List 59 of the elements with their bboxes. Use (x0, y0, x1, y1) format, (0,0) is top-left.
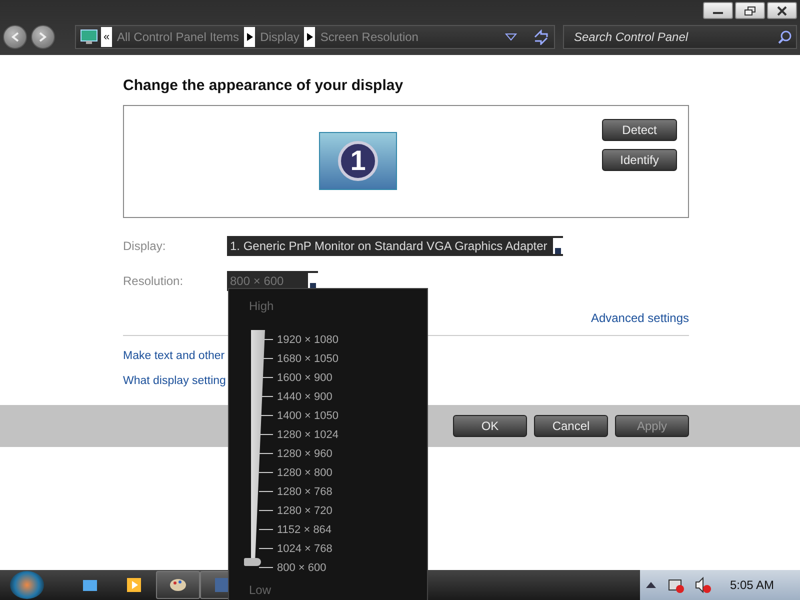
breadcrumb-arrow-icon (306, 33, 313, 41)
advanced-settings-link[interactable]: Advanced settings (590, 311, 689, 325)
slider-thumb[interactable] (244, 558, 261, 566)
resolution-option[interactable]: 1152 × 864 (277, 524, 332, 536)
show-hidden-icons-icon[interactable] (646, 582, 656, 588)
minimize-button[interactable] (703, 2, 733, 19)
monitor-tile[interactable]: 1 (319, 132, 397, 190)
breadcrumb-link[interactable]: Display (258, 30, 302, 44)
resolution-option[interactable]: 1280 × 800 (277, 466, 332, 478)
forward-button[interactable] (31, 25, 55, 49)
resolution-option[interactable]: 1024 × 768 (277, 542, 332, 554)
resolution-option[interactable]: 1440 × 900 (277, 390, 332, 402)
dropdown-caret-icon[interactable] (505, 33, 517, 41)
resolution-option[interactable]: 1280 × 768 (277, 486, 332, 498)
monitor-number: 1 (338, 141, 378, 181)
play-icon (126, 577, 142, 593)
address-bar[interactable]: « All Control Panel Items Display Screen Resolution (75, 25, 555, 49)
palette-icon (169, 577, 187, 593)
search-icon[interactable] (778, 30, 792, 44)
slider-end-label: High (249, 299, 275, 315)
resolution-option[interactable]: 1600 × 900 (277, 372, 332, 384)
speaker-muted-icon[interactable] (694, 576, 712, 594)
breadcrumb-link[interactable]: All Control Panel Items (115, 30, 242, 44)
refresh-icon[interactable] (532, 29, 550, 45)
caret-icon (555, 248, 562, 254)
maximize-button[interactable] (735, 2, 765, 19)
monitor-action-button[interactable]: Detect (602, 119, 677, 141)
search-input[interactable]: Search Control Panel (572, 29, 778, 45)
close-icon (776, 6, 788, 16)
resolution-option[interactable]: 1280 × 720 (277, 504, 332, 516)
breadcrumb-link[interactable]: Screen Resolution (318, 30, 420, 44)
help-link[interactable]: Make text and other (123, 350, 225, 362)
resolution-option[interactable]: 1280 × 960 (277, 448, 332, 460)
dialog-button[interactable]: OK (453, 415, 527, 437)
back-button[interactable] (3, 25, 27, 49)
close-button[interactable] (767, 2, 797, 19)
resolution-option[interactable]: 1680 × 1050 (277, 352, 338, 364)
window-icon (214, 577, 230, 593)
restore-icon (744, 6, 756, 16)
monitor-icon (80, 29, 98, 45)
display-dropdown[interactable]: 1. Generic PnP Monitor on Standard VGA Graphics Adapter (227, 236, 564, 256)
field-label: Resolution: (123, 274, 184, 288)
taskbar-app-button[interactable] (156, 571, 200, 599)
resolution-option[interactable]: 800 × 600 (277, 562, 326, 574)
slider-end-label: Low (249, 583, 272, 599)
clock[interactable]: 5:05 AM (730, 578, 774, 592)
folder-icon (82, 578, 98, 592)
resolution-option[interactable]: 1400 × 1050 (277, 410, 338, 422)
monitor-action-button[interactable]: Identify (602, 149, 677, 171)
resolution-option[interactable]: 1280 × 1024 (277, 428, 338, 440)
field-label: Display: (123, 239, 167, 253)
start-button[interactable] (10, 571, 44, 599)
resolution-option[interactable]: 1920 × 1080 (277, 334, 338, 346)
dialog-button[interactable]: Cancel (534, 415, 608, 437)
history-chevron[interactable]: « (101, 27, 112, 47)
help-link[interactable]: What display setting (123, 375, 226, 387)
page-heading: Change the appearance of your display (123, 77, 404, 94)
search-field[interactable]: Search Control Panel (563, 25, 797, 49)
breadcrumb-arrow-icon (246, 33, 253, 41)
